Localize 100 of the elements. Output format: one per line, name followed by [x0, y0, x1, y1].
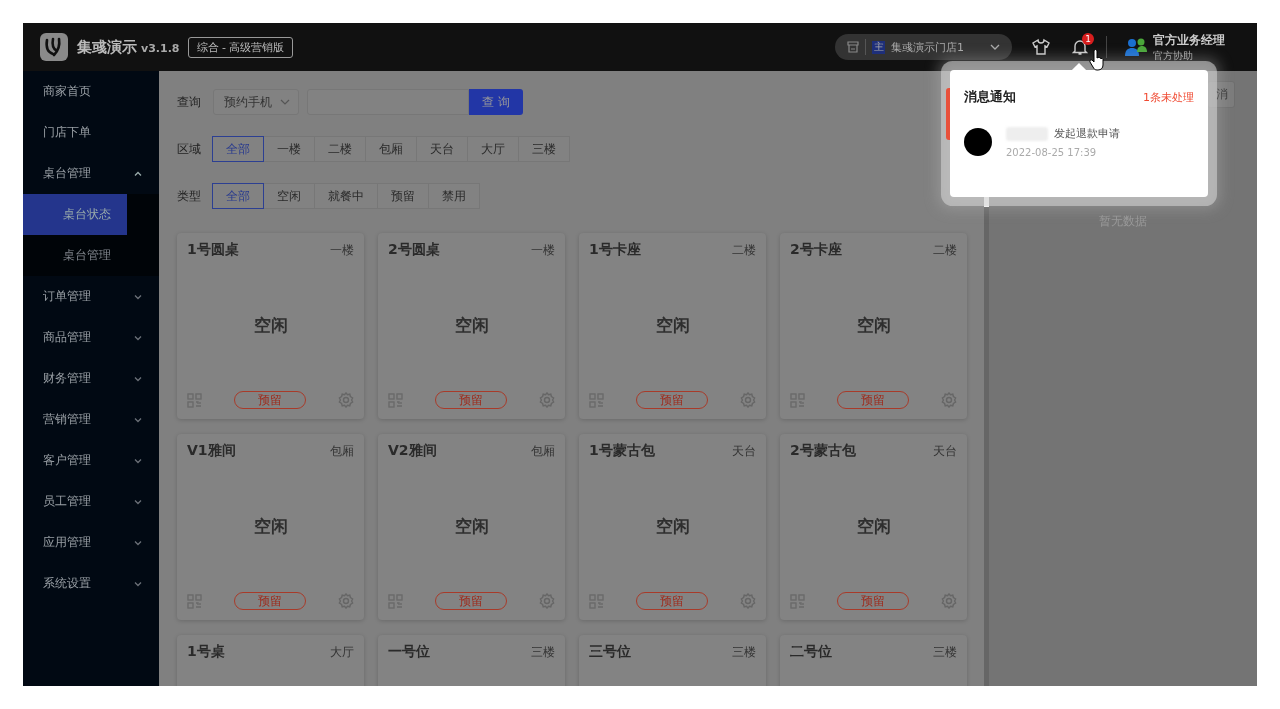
- qr-code-icon[interactable]: [388, 392, 403, 408]
- store-icon: [847, 41, 859, 53]
- user-name: 官方业务经理: [1153, 31, 1225, 49]
- sidebar-item[interactable]: 客户管理: [23, 440, 159, 481]
- filter-option[interactable]: 空闲: [263, 183, 315, 209]
- table-status: 空闲: [253, 514, 288, 538]
- table-status: 空闲: [454, 514, 489, 538]
- message-text: 发起退款申请: [1054, 126, 1120, 141]
- settings-icon[interactable]: [941, 593, 957, 609]
- filter-option[interactable]: 一楼: [263, 136, 315, 162]
- message-time: 2022-08-25 17:39: [1006, 147, 1098, 158]
- filter-option[interactable]: 就餐中: [314, 183, 378, 209]
- store-selector[interactable]: 主 集彧演示门店1: [835, 34, 1012, 60]
- table-area: 三楼: [933, 643, 957, 661]
- table-status: 空闲: [856, 313, 891, 337]
- sidebar-item[interactable]: 财务管理: [23, 358, 159, 399]
- table-status: 空闲: [253, 313, 288, 337]
- unread-count: 1条未处理: [1143, 89, 1194, 105]
- table-name: 1号蒙古包: [589, 442, 655, 460]
- sidebar-item[interactable]: 营销管理: [23, 399, 159, 440]
- submenu-item[interactable]: 桌台管理: [23, 235, 127, 276]
- filter-label: 类型: [177, 187, 201, 205]
- users-icon: [1125, 37, 1147, 57]
- qr-code-icon[interactable]: [790, 593, 805, 609]
- shirt-icon[interactable]: [1032, 38, 1050, 56]
- query-label: 查询: [177, 93, 201, 111]
- filter-option[interactable]: 三楼: [518, 136, 570, 162]
- filter-option[interactable]: 二楼: [314, 136, 366, 162]
- logo-icon: [39, 32, 69, 62]
- settings-icon[interactable]: [740, 392, 756, 408]
- filter-label: 区域: [177, 140, 201, 158]
- store-name: 集彧演示门店1: [891, 39, 964, 55]
- filter-option[interactable]: 天台: [416, 136, 468, 162]
- table-area: 大厅: [330, 643, 354, 661]
- qr-code-icon[interactable]: [187, 392, 202, 408]
- qr-code-icon[interactable]: [790, 392, 805, 408]
- chevron-down-icon: [280, 97, 290, 107]
- table-status: 空闲: [856, 514, 891, 538]
- table-status: 空闲: [655, 313, 690, 337]
- sidebar-item[interactable]: 商家首页: [23, 71, 159, 112]
- version-label: v3.1.8: [141, 42, 180, 55]
- table-area: 二楼: [933, 241, 957, 259]
- settings-icon[interactable]: [338, 392, 354, 408]
- bell-icon[interactable]: [1072, 38, 1088, 56]
- settings-icon[interactable]: [338, 593, 354, 609]
- table-name: 三号位: [589, 643, 631, 661]
- settings-icon[interactable]: [539, 593, 555, 609]
- sidebar-item[interactable]: 员工管理: [23, 481, 159, 522]
- table-status: 空闲: [655, 514, 690, 538]
- filter-option[interactable]: 预留: [377, 183, 429, 209]
- avatar: [964, 128, 992, 156]
- search-field[interactable]: [307, 89, 469, 115]
- settings-icon[interactable]: [539, 392, 555, 408]
- indicator-bar: [946, 88, 950, 140]
- store-badge: 主: [872, 40, 885, 54]
- table-name: 1号桌: [187, 643, 225, 661]
- table-area: 天台: [732, 442, 756, 460]
- filter-option[interactable]: 禁用: [428, 183, 480, 209]
- table-name: 1号圆桌: [187, 241, 239, 259]
- table-name: 2号圆桌: [388, 241, 440, 259]
- table-status: 空闲: [454, 313, 489, 337]
- user-role: 官方协助: [1153, 48, 1194, 63]
- notification-badge: 1: [1082, 33, 1094, 45]
- table-name: V1雅间: [187, 442, 236, 460]
- chevron-down-icon: [990, 42, 1000, 52]
- qr-code-icon[interactable]: [589, 392, 604, 408]
- table-area: 一楼: [330, 241, 354, 259]
- filter-option[interactable]: 大厅: [467, 136, 519, 162]
- table-area: 三楼: [732, 643, 756, 661]
- cancel-button[interactable]: 消: [1207, 81, 1235, 108]
- qr-code-icon[interactable]: [388, 593, 403, 609]
- table-name: 一号位: [388, 643, 430, 661]
- settings-icon[interactable]: [941, 392, 957, 408]
- table-name: 1号卡座: [589, 241, 641, 259]
- sidebar-item[interactable]: 应用管理: [23, 522, 159, 563]
- app-name: 集彧演示: [77, 37, 137, 57]
- search-type-select[interactable]: 预约手机: [213, 89, 299, 115]
- table-area: 一楼: [531, 241, 555, 259]
- table-name: 2号卡座: [790, 241, 842, 259]
- table-area: 包厢: [531, 442, 555, 460]
- table-area: 三楼: [531, 643, 555, 661]
- sidebar-item[interactable]: 桌台管理: [23, 153, 159, 194]
- edition-badge: 综合 - 高级营销版: [187, 36, 294, 58]
- sidebar-item[interactable]: 门店下单: [23, 112, 159, 153]
- filter-option[interactable]: 全部: [212, 136, 264, 162]
- qr-code-icon[interactable]: [187, 593, 202, 609]
- table-area: 天台: [933, 442, 957, 460]
- popup-title: 消息通知: [964, 88, 1016, 106]
- settings-icon[interactable]: [740, 593, 756, 609]
- sidebar-item[interactable]: 订单管理: [23, 276, 159, 317]
- qr-code-icon[interactable]: [589, 593, 604, 609]
- filter-option[interactable]: 包厢: [365, 136, 417, 162]
- table-area: 包厢: [330, 442, 354, 460]
- search-button[interactable]: 查 询: [469, 89, 523, 115]
- table-area: 二楼: [732, 241, 756, 259]
- submenu-item[interactable]: 桌台状态: [23, 194, 127, 235]
- sidebar-item[interactable]: 系统设置: [23, 563, 159, 604]
- filter-option[interactable]: 全部: [212, 183, 264, 209]
- table-name: 2号蒙古包: [790, 442, 856, 460]
- sidebar-item[interactable]: 商品管理: [23, 317, 159, 358]
